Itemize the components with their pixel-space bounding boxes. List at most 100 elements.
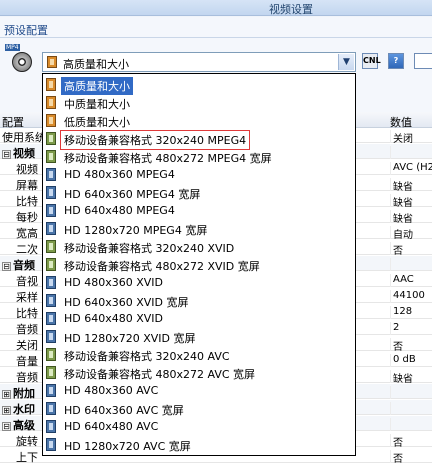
- chevron-down-icon[interactable]: ▼: [338, 54, 354, 70]
- hd-icon: [46, 222, 56, 235]
- property-value[interactable]: 否: [390, 450, 432, 463]
- property-name-text: 比特: [16, 195, 38, 208]
- device-icon: [46, 240, 56, 253]
- property-name: ⊞ 附加: [2, 385, 35, 401]
- dropdown-option[interactable]: 移动设备兼容格式 480x272 MPEG4 宽屏: [43, 148, 355, 165]
- dropdown-option[interactable]: HD 640x360 AVC 宽屏: [43, 400, 355, 417]
- property-name-text: 每秒: [16, 211, 38, 224]
- help-button[interactable]: ?: [388, 53, 404, 69]
- property-name-text: 音频: [16, 323, 38, 336]
- dropdown-option[interactable]: HD 480x360 AVC: [43, 382, 355, 399]
- dropdown-option[interactable]: 移动设备兼容格式 320x240 AVC: [43, 346, 355, 363]
- property-value[interactable]: [390, 258, 432, 271]
- dropdown-option-label: 移动设备兼容格式 480x272 XVID 宽屏: [64, 260, 260, 273]
- video-file-icon: [46, 78, 56, 91]
- property-name-text: 二次: [16, 243, 38, 256]
- expand-icon[interactable]: ⊞: [2, 406, 11, 415]
- hd-icon: [46, 438, 56, 451]
- property-value[interactable]: 关闭: [390, 130, 432, 143]
- section-divider: [0, 37, 432, 38]
- dropdown-option-label: HD 640x480 MPEG4: [64, 204, 175, 217]
- property-value[interactable]: 44100: [390, 290, 432, 303]
- property-value[interactable]: 128: [390, 306, 432, 319]
- dropdown-option[interactable]: 移动设备兼容格式 320x240 XVID: [43, 238, 355, 255]
- hd-icon: [46, 168, 56, 181]
- dropdown-option[interactable]: HD 1280x720 AVC 宽屏: [43, 436, 355, 453]
- property-name-text: 宽高: [16, 227, 38, 240]
- preset-combobox[interactable]: 高质量和大小 ▼: [42, 52, 356, 72]
- property-name-text: 附加: [13, 387, 35, 400]
- dropdown-option[interactable]: HD 480x360 XVID: [43, 274, 355, 291]
- dropdown-option-label: 低质量和大小: [64, 116, 130, 129]
- hd-icon: [46, 420, 56, 433]
- hd-icon: [46, 312, 56, 325]
- dropdown-option-label: 移动设备兼容格式 320x240 MPEG4: [59, 130, 251, 150]
- collapse-icon[interactable]: ⊟: [2, 150, 11, 159]
- dropdown-option-label: HD 640x360 AVC 宽屏: [64, 404, 184, 417]
- dropdown-option[interactable]: 移动设备兼容格式 480x272 AVC 宽屏: [43, 364, 355, 381]
- property-name: 使用系统: [2, 129, 46, 145]
- property-value[interactable]: 否: [390, 338, 432, 351]
- property-value[interactable]: [390, 402, 432, 415]
- dropdown-option-label: 移动设备兼容格式 480x272 MPEG4 宽屏: [64, 152, 272, 165]
- property-value[interactable]: AVC (H26: [390, 162, 432, 175]
- property-value[interactable]: 缺省: [390, 370, 432, 383]
- property-value[interactable]: AAC: [390, 274, 432, 287]
- property-name: 上下: [16, 449, 38, 465]
- property-name: ⊟ 高级: [2, 417, 35, 433]
- dropdown-option[interactable]: 移动设备兼容格式 320x240 MPEG4: [43, 130, 355, 150]
- hd-icon: [46, 330, 56, 343]
- expand-icon[interactable]: ⊞: [2, 390, 11, 399]
- collapse-icon[interactable]: ⊟: [2, 262, 11, 271]
- dvd-preset-button[interactable]: CNL: [362, 53, 381, 69]
- property-value[interactable]: 否: [390, 434, 432, 447]
- property-name-text: 视频: [13, 147, 35, 160]
- dropdown-option-label: HD 480x360 AVC: [64, 384, 159, 397]
- dropdown-option-label: HD 1280x720 MPEG4 宽屏: [64, 224, 208, 237]
- dropdown-option[interactable]: HD 640x480 MPEG4: [43, 202, 355, 219]
- video-file-icon: [47, 56, 57, 68]
- property-value[interactable]: 否: [390, 242, 432, 255]
- property-value[interactable]: [390, 418, 432, 431]
- dropdown-option-label: 移动设备兼容格式 320x240 XVID: [64, 242, 235, 255]
- property-value[interactable]: 缺省: [390, 210, 432, 223]
- property-name-text: 使用系统: [2, 131, 46, 144]
- film-reel-icon: [12, 52, 32, 72]
- property-value[interactable]: [390, 146, 432, 159]
- dropdown-option[interactable]: 移动设备兼容格式 480x272 XVID 宽屏: [43, 256, 355, 273]
- dropdown-option-label: HD 640x360 XVID 宽屏: [64, 296, 189, 309]
- dropdown-option[interactable]: 中质量和大小: [43, 94, 355, 111]
- preset-dropdown-list[interactable]: 高质量和大小 中质量和大小低质量和大小 移动设备兼容格式 320x240 MPEG4…: [42, 73, 356, 456]
- video-file-icon: [46, 96, 56, 109]
- dropdown-option-label: HD 1280x720 XVID 宽屏: [64, 332, 196, 345]
- property-name: ⊟ 音频: [2, 257, 35, 273]
- dropdown-option-label: HD 640x360 MPEG4 宽屏: [64, 188, 201, 201]
- property-name-text: 水印: [13, 403, 35, 416]
- dropdown-option[interactable]: 高质量和大小: [43, 76, 355, 95]
- property-value[interactable]: 缺省: [390, 194, 432, 207]
- property-name-text: 音量: [16, 355, 38, 368]
- property-value[interactable]: 自动: [390, 226, 432, 239]
- property-name-text: 关闭: [16, 339, 38, 352]
- dropdown-option[interactable]: 低质量和大小: [43, 112, 355, 129]
- dropdown-option[interactable]: HD 1280x720 XVID 宽屏: [43, 328, 355, 345]
- property-value[interactable]: [390, 386, 432, 399]
- device-icon: [46, 348, 56, 361]
- dropdown-option[interactable]: HD 640x480 XVID: [43, 310, 355, 327]
- preset-section-label: 预设配置: [4, 24, 48, 37]
- collapse-icon[interactable]: ⊟: [2, 422, 11, 431]
- property-value[interactable]: 0 dB: [390, 354, 432, 367]
- dropdown-option[interactable]: HD 1280x720 MPEG4 宽屏: [43, 220, 355, 237]
- window-title: 视频设置: [269, 3, 313, 16]
- dropdown-option[interactable]: HD 480x360 MPEG4: [43, 166, 355, 183]
- title-bar: 视频设置: [0, 0, 432, 16]
- dropdown-option[interactable]: HD 640x480 AVC: [43, 418, 355, 435]
- hd-icon: [46, 384, 56, 397]
- mp4-format-icon: MP4: [5, 44, 35, 74]
- property-value[interactable]: 缺省: [390, 178, 432, 191]
- extra-button[interactable]: [414, 53, 432, 69]
- property-value[interactable]: 2: [390, 322, 432, 335]
- dropdown-option-label: 高质量和大小: [61, 77, 133, 95]
- dropdown-option[interactable]: HD 640x360 XVID 宽屏: [43, 292, 355, 309]
- dropdown-option[interactable]: HD 640x360 MPEG4 宽屏: [43, 184, 355, 201]
